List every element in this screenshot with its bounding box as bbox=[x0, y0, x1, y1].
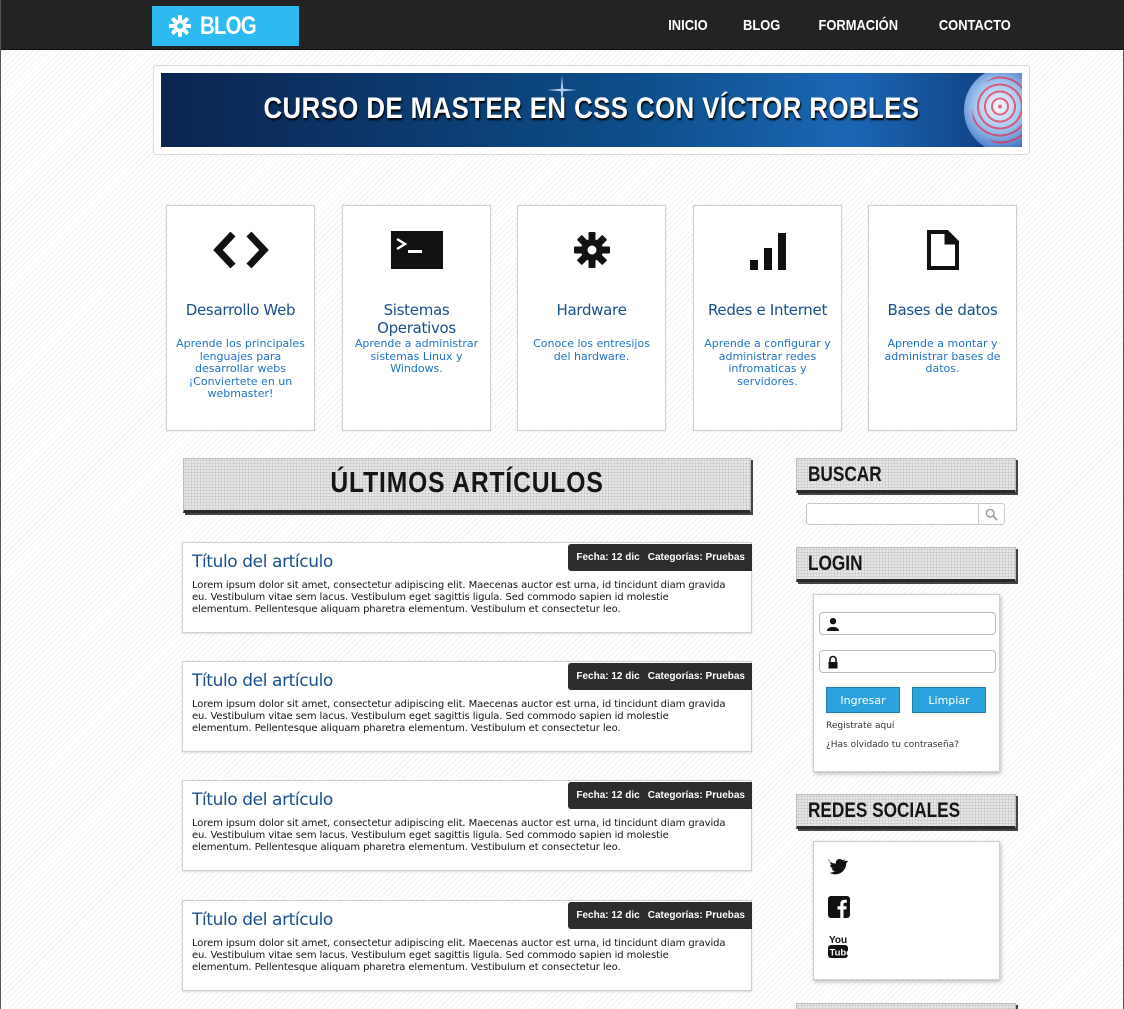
next-section-heading bbox=[796, 1003, 1016, 1009]
forgot-password-link[interactable]: ¿Has olvidado tu contraseña? bbox=[826, 740, 959, 750]
top-bar: BLOG INICIO BLOG FORMACIÓN CONTACTO bbox=[1, 0, 1124, 50]
category-card-redes[interactable]: Redes e Internet Aprende a configurar y … bbox=[693, 205, 842, 431]
search-box bbox=[806, 503, 1005, 525]
article-excerpt: Lorem ipsum dolor sit amet, consectetur … bbox=[192, 818, 726, 853]
section-title: BUSCAR bbox=[808, 463, 882, 486]
banner-frame: CURSO DE MASTER EN CSS CON VÍCTOR ROBLES bbox=[153, 65, 1030, 155]
course-banner[interactable]: CURSO DE MASTER EN CSS CON VÍCTOR ROBLES bbox=[161, 73, 1022, 147]
code-icon bbox=[167, 228, 314, 272]
date-label: Fecha: bbox=[576, 910, 609, 921]
article-card: Título del artículo Fecha: 12 dic Catego… bbox=[182, 542, 752, 633]
category-card-desarrollo-web[interactable]: Desarrollo Web Aprende los principales l… bbox=[166, 205, 315, 431]
twitter-icon[interactable] bbox=[827, 856, 851, 880]
article-title[interactable]: Título del artículo bbox=[192, 552, 333, 572]
nav-formacion[interactable]: FORMACIÓN bbox=[818, 17, 898, 34]
terminal-icon bbox=[343, 228, 490, 272]
category-title: Sistemas Operativos bbox=[377, 301, 456, 337]
section-title: ÚLTIMOS ARTÍCULOS bbox=[330, 467, 604, 499]
username-input[interactable] bbox=[844, 615, 992, 632]
category-label: Categorías: bbox=[647, 910, 703, 921]
facebook-icon[interactable] bbox=[827, 895, 851, 919]
search-button[interactable] bbox=[978, 504, 1004, 524]
username-field bbox=[819, 612, 996, 635]
category-title: Hardware bbox=[556, 301, 627, 319]
category-title: Bases de datos bbox=[887, 301, 998, 319]
nav-blog[interactable]: BLOG bbox=[743, 17, 780, 34]
category-label: Categorías: bbox=[647, 552, 703, 563]
article-title[interactable]: Título del artículo bbox=[192, 671, 333, 691]
banner-title: CURSO DE MASTER EN CSS CON VÍCTOR ROBLES bbox=[263, 92, 920, 125]
category-card-bases-de-datos[interactable]: Bases de datos Aprende a montar y admini… bbox=[868, 205, 1017, 431]
article-date: 12 dic bbox=[611, 671, 640, 682]
article-card: Título del artículo Fecha: 12 dic Catego… bbox=[182, 900, 752, 991]
social-heading: REDES SOCIALES bbox=[796, 794, 1016, 829]
nav-inicio[interactable]: INICIO bbox=[668, 17, 707, 34]
search-icon bbox=[985, 508, 998, 521]
site-logo[interactable]: BLOG bbox=[152, 6, 299, 46]
search-heading: BUSCAR bbox=[796, 458, 1016, 493]
date-label: Fecha: bbox=[576, 671, 609, 682]
logo-text: BLOG bbox=[200, 11, 257, 40]
article-excerpt: Lorem ipsum dolor sit amet, consectetur … bbox=[192, 938, 726, 973]
article-category: Pruebas bbox=[705, 552, 745, 563]
lock-icon bbox=[828, 655, 838, 669]
category-description: Conoce los entresijos del hardware. bbox=[533, 337, 650, 363]
category-title: Redes e Internet bbox=[707, 301, 828, 319]
search-input[interactable] bbox=[808, 505, 979, 523]
password-input[interactable] bbox=[844, 653, 992, 670]
article-title[interactable]: Título del artículo bbox=[192, 910, 333, 930]
article-category: Pruebas bbox=[705, 790, 745, 801]
password-field bbox=[819, 650, 996, 673]
category-card-sistemas-operativos[interactable]: Sistemas Operativos Aprende a administra… bbox=[342, 205, 491, 431]
article-meta: Fecha: 12 dic Categorías: Pruebas bbox=[568, 663, 752, 690]
gear-icon bbox=[518, 228, 665, 272]
category-label: Categorías: bbox=[647, 790, 703, 801]
article-excerpt: Lorem ipsum dolor sit amet, consectetur … bbox=[192, 580, 726, 615]
article-card: Título del artículo Fecha: 12 dic Catego… bbox=[182, 661, 752, 752]
login-clear-button[interactable]: Limpiar bbox=[912, 687, 986, 713]
article-meta: Fecha: 12 dic Categorías: Pruebas bbox=[568, 782, 752, 809]
login-heading: LOGIN bbox=[796, 547, 1016, 582]
category-description: Aprende los principales lenguajes para d… bbox=[176, 337, 305, 400]
user-icon bbox=[827, 618, 839, 631]
category-title: Desarrollo Web bbox=[185, 301, 296, 319]
category-description: Aprende a configurar y administrar redes… bbox=[704, 337, 831, 388]
article-category: Pruebas bbox=[705, 910, 745, 921]
latest-articles-heading: ÚLTIMOS ARTÍCULOS bbox=[183, 458, 751, 513]
article-date: 12 dic bbox=[611, 790, 640, 801]
signal-bars-icon bbox=[694, 228, 841, 272]
main-nav: INICIO BLOG FORMACIÓN CONTACTO bbox=[636, 0, 1017, 50]
register-link[interactable]: Registrate aquí bbox=[826, 721, 894, 731]
gear-icon bbox=[168, 14, 192, 38]
article-date: 12 dic bbox=[611, 910, 640, 921]
youtube-icon[interactable]: You Tube bbox=[827, 934, 852, 959]
login-panel: Ingresar Limpiar Registrate aquí ¿Has ol… bbox=[813, 594, 1000, 772]
category-description: Aprende a administrar sistemas Linux y W… bbox=[354, 337, 479, 375]
social-panel: You Tube bbox=[813, 841, 1000, 980]
category-label: Categorías: bbox=[647, 671, 703, 682]
article-category: Pruebas bbox=[705, 671, 745, 682]
section-title: LOGIN bbox=[808, 552, 863, 575]
document-icon bbox=[869, 228, 1016, 272]
article-date: 12 dic bbox=[611, 552, 640, 563]
article-meta: Fecha: 12 dic Categorías: Pruebas bbox=[568, 544, 752, 571]
article-meta: Fecha: 12 dic Categorías: Pruebas bbox=[568, 902, 752, 929]
category-card-hardware[interactable]: Hardware Conoce los entresijos del hardw… bbox=[517, 205, 666, 431]
article-title[interactable]: Título del artículo bbox=[192, 790, 333, 810]
ornament-ball-icon bbox=[964, 73, 1022, 147]
article-excerpt: Lorem ipsum dolor sit amet, consectetur … bbox=[192, 699, 726, 734]
svg-text:You: You bbox=[829, 935, 847, 946]
date-label: Fecha: bbox=[576, 552, 609, 563]
date-label: Fecha: bbox=[576, 790, 609, 801]
svg-text:Tube: Tube bbox=[830, 948, 852, 959]
article-card: Título del artículo Fecha: 12 dic Catego… bbox=[182, 780, 752, 871]
section-title: REDES SOCIALES bbox=[808, 799, 961, 822]
login-submit-button[interactable]: Ingresar bbox=[826, 687, 900, 713]
category-description: Aprende a montar y administrar bases de … bbox=[884, 337, 1001, 375]
nav-contacto[interactable]: CONTACTO bbox=[939, 17, 1011, 34]
